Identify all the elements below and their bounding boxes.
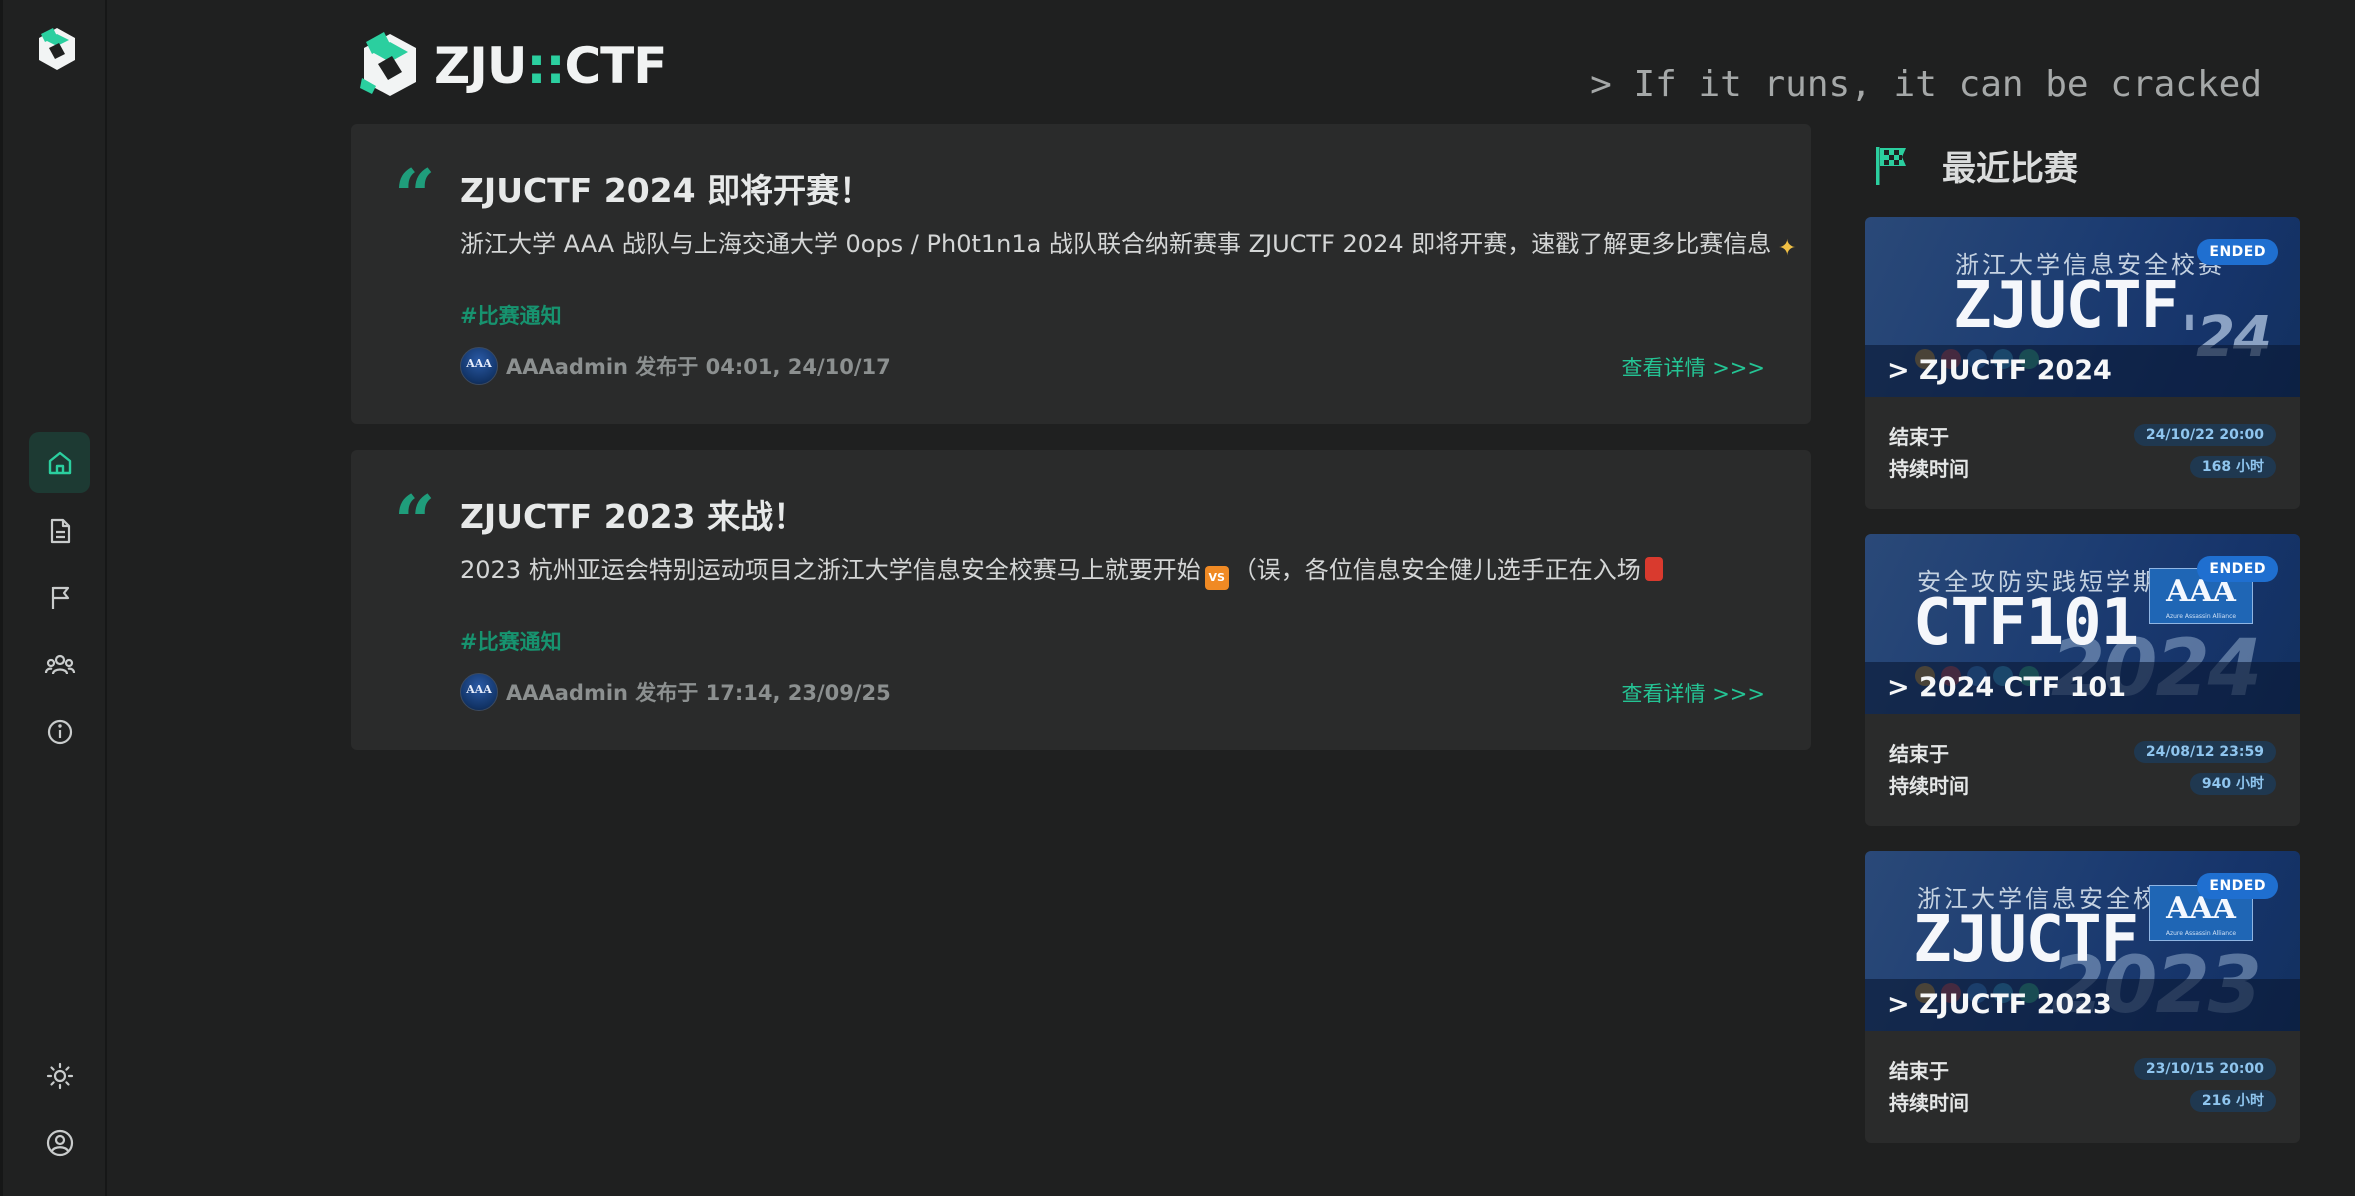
banner-heading: CTF101	[1913, 586, 2139, 660]
status-badge: ENDED	[2197, 873, 2278, 899]
avatar: AAA	[460, 673, 498, 711]
contest-card[interactable]: 2023 浙江大学信息安全校赛 ZJUCTF AAAAzure Assassin…	[1865, 851, 2300, 1143]
post-card: “ ZJUCTF 2023 来战！ 2023 杭州亚运会特别运动项目之浙江大学信…	[351, 450, 1811, 750]
post-tag[interactable]: #比赛通知	[460, 626, 562, 656]
duration-value: 940 小时	[2189, 773, 2276, 795]
end-time-value: 24/08/12 23:59	[2133, 741, 2276, 763]
view-details-link[interactable]: 查看详情 >>>	[1622, 352, 1765, 382]
post-title[interactable]: ZJUCTF 2024 即将开赛！	[460, 164, 872, 212]
end-time-row: 结束于 23/10/15 20:00	[1889, 1055, 2276, 1083]
status-badge: ENDED	[2197, 556, 2278, 582]
contest-title: > ZJUCTF 2023	[1887, 989, 2112, 1020]
duration-value: 216 小时	[2189, 1090, 2276, 1112]
contest-title: > 2024 CTF 101	[1887, 672, 2127, 703]
contest-card[interactable]: 2024 安全攻防实践短学期 CTF101 AAAAzure Assassin …	[1865, 534, 2300, 826]
zjuctf-logo-icon	[360, 32, 416, 96]
banner-strip: > 2024 CTF 101	[1865, 662, 2300, 714]
status-badge: ENDED	[2197, 239, 2278, 265]
contest-banner: 2024 安全攻防实践短学期 CTF101 AAAAzure Assassin …	[1865, 534, 2300, 714]
post-author-line: AAAadmin 发布于 17:14, 23/09/25	[506, 681, 891, 705]
nav-posts[interactable]	[29, 500, 90, 561]
post-description: 浙江大学 AAA 战队与上海交通大学 0ops / Ph0t1n1a 战队联合纳…	[460, 224, 1796, 261]
duration-row: 持续时间 168 小时	[1889, 453, 2276, 481]
post-meta: AAA AAAadmin 发布于 17:14, 23/09/25	[460, 672, 891, 712]
contest-title: > ZJUCTF 2024	[1887, 355, 2112, 386]
info-icon	[47, 719, 72, 744]
duration-row: 持续时间 940 小时	[1889, 770, 2276, 798]
user-circle-icon	[46, 1129, 73, 1156]
post-description: 2023 杭州亚运会特别运动项目之浙江大学信息安全校赛马上就要开始 VS （误，各位…	[460, 550, 1790, 590]
end-time-value: 24/10/22 20:00	[2133, 424, 2276, 446]
brand-name: ZJU::CTF	[434, 37, 667, 95]
nav-about[interactable]	[29, 701, 90, 762]
contest-card[interactable]: 浙江大学信息安全校赛 ZJUCTF '24 > ZJUCTF 2024 ENDE…	[1865, 217, 2300, 509]
quote-icon: “	[394, 479, 436, 564]
theme-toggle-button[interactable]	[29, 1045, 90, 1106]
duration-label: 持续时间	[1889, 773, 1969, 798]
brightness-icon	[46, 1062, 73, 1089]
banner-heading: ZJUCTF	[1913, 903, 2139, 977]
vs-emoji-icon: VS	[1204, 566, 1229, 590]
sidebar	[0, 0, 107, 1196]
nav-contests[interactable]	[29, 567, 90, 628]
account-button[interactable]	[29, 1112, 90, 1173]
end-time-row: 结束于 24/10/22 20:00	[1889, 421, 2276, 449]
duration-label: 持续时间	[1889, 456, 1969, 481]
end-time-label: 结束于	[1889, 424, 1949, 449]
banner-strip: > ZJUCTF 2024	[1865, 345, 2300, 397]
avatar: AAA	[460, 347, 498, 385]
checkered-flag-icon	[1876, 147, 1906, 185]
nav-home[interactable]	[29, 432, 90, 493]
end-time-label: 结束于	[1889, 741, 1949, 766]
contest-banner: 浙江大学信息安全校赛 ZJUCTF '24 > ZJUCTF 2024 ENDE…	[1865, 217, 2300, 397]
document-icon	[50, 518, 70, 543]
duration-value: 168 小时	[2189, 456, 2276, 478]
banner-strip: > ZJUCTF 2023	[1865, 979, 2300, 1031]
banner-heading: ZJUCTF	[1953, 269, 2179, 343]
post-author-line: AAAadmin 发布于 04:01, 24/10/17	[506, 355, 891, 379]
end-time-value: 23/10/15 20:00	[2133, 1058, 2276, 1080]
view-details-link[interactable]: 查看详情 >>>	[1622, 678, 1765, 708]
end-time-row: 结束于 24/08/12 23:59	[1889, 738, 2276, 766]
zjuctf-logo-icon[interactable]	[35, 26, 79, 72]
post-title[interactable]: ZJUCTF 2023 来战！	[460, 490, 806, 538]
fuel-pump-emoji-icon	[1644, 557, 1663, 581]
tagline: > If it runs, it can be cracked	[1590, 64, 2262, 105]
post-meta: AAA AAAadmin 发布于 04:01, 24/10/17	[460, 346, 891, 386]
quote-icon: “	[394, 153, 436, 238]
contest-banner: 2023 浙江大学信息安全校赛 ZJUCTF AAAAzure Assassin…	[1865, 851, 2300, 1031]
end-time-label: 结束于	[1889, 1058, 1949, 1083]
post-tag[interactable]: #比赛通知	[460, 300, 562, 330]
app-root: ZJU::CTF > If it runs, it can be cracked…	[0, 0, 2355, 1196]
dizzy-emoji-icon: ✦	[1778, 236, 1797, 261]
nav-teams[interactable]	[29, 634, 90, 695]
duration-row: 持续时间 216 小时	[1889, 1087, 2276, 1115]
home-icon	[48, 451, 71, 474]
duration-label: 持续时间	[1889, 1090, 1969, 1115]
recent-contests-title: 最近比赛	[1942, 148, 2078, 189]
brand[interactable]: ZJU::CTF	[358, 30, 667, 102]
post-card: “ ZJUCTF 2024 即将开赛！ 浙江大学 AAA 战队与上海交通大学 0…	[351, 124, 1811, 424]
flag-icon	[51, 586, 69, 609]
recent-contests-header: 最近比赛	[1872, 140, 2078, 190]
users-icon	[44, 654, 75, 674]
